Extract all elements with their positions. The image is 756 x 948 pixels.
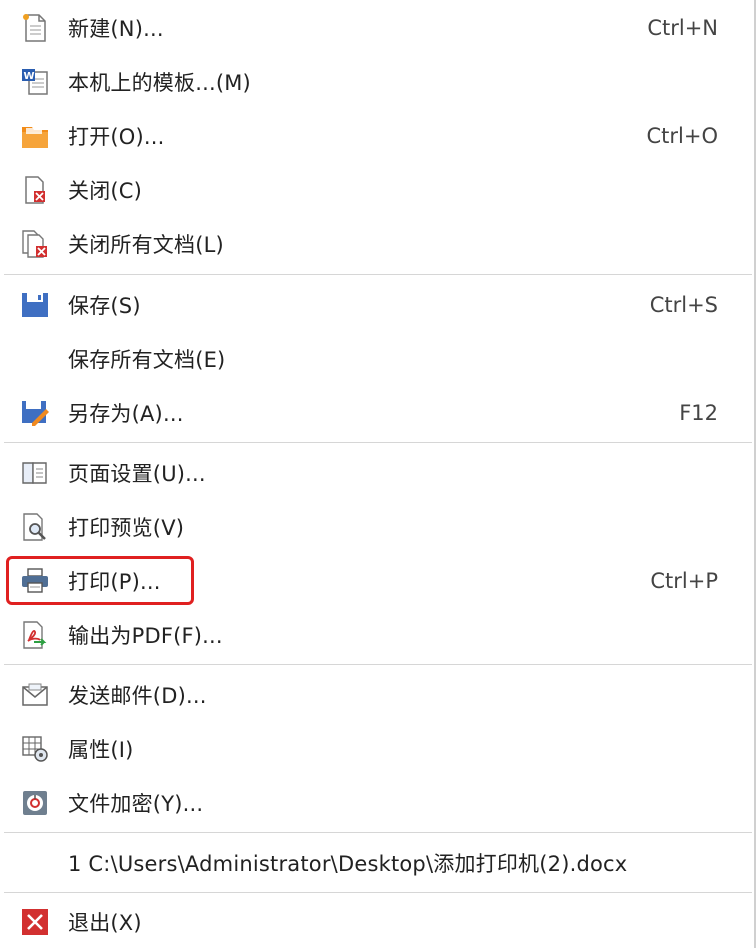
menu-item-properties[interactable]: 属性(I) <box>0 723 752 775</box>
page-setup-icon <box>19 457 51 489</box>
menu-item-exit[interactable]: 退出(X) <box>0 896 752 948</box>
menu-separator <box>4 442 752 443</box>
menu-separator <box>4 274 752 275</box>
menu-item-export-pdf[interactable]: 输出为PDF(F)... <box>0 609 752 661</box>
recent-file-label: 1 C:\Users\Administrator\Desktop\添加打印机(2… <box>68 852 628 876</box>
menu-item-print-shortcut: Ctrl+P <box>650 569 718 593</box>
menu-item-new-shortcut: Ctrl+N <box>647 16 718 40</box>
close-document-icon <box>19 174 51 206</box>
menu-item-open-shortcut: Ctrl+O <box>646 124 719 148</box>
menu-item-send-email[interactable]: 发送邮件(D)... <box>0 669 752 721</box>
menu-item-send-email-label: 发送邮件(D)... <box>68 684 207 708</box>
menu-item-save[interactable]: 保存(S) Ctrl+S <box>0 279 752 331</box>
menu-item-encrypt-label: 文件加密(Y)... <box>68 792 204 816</box>
menu-item-page-setup-label: 页面设置(U)... <box>68 462 206 486</box>
menu-item-encrypt[interactable]: 文件加密(Y)... <box>0 777 752 829</box>
open-folder-icon <box>19 120 51 152</box>
svg-text:W: W <box>24 71 35 82</box>
menu-item-close-all-label: 关闭所有文档(L) <box>68 233 224 257</box>
menu-item-close[interactable]: 关闭(C) <box>0 164 752 216</box>
menu-item-print-preview-label: 打印预览(V) <box>68 516 185 540</box>
menu-item-save-all[interactable]: 保存所有文档(E) <box>0 333 752 385</box>
menu-item-save-all-label: 保存所有文档(E) <box>68 348 226 372</box>
save-as-icon <box>19 397 51 429</box>
close-all-documents-icon <box>19 228 51 260</box>
menu-separator <box>4 892 752 893</box>
menu-item-exit-label: 退出(X) <box>68 911 142 935</box>
menu-item-new-label: 新建(N)... <box>68 17 164 41</box>
menu-item-save-shortcut: Ctrl+S <box>649 293 718 317</box>
menu-separator <box>4 832 752 833</box>
export-pdf-icon <box>19 619 51 651</box>
print-preview-icon <box>19 511 51 543</box>
exit-icon <box>19 906 51 938</box>
properties-icon <box>19 733 51 765</box>
email-icon <box>19 679 51 711</box>
new-document-icon <box>19 12 51 44</box>
menu-item-properties-label: 属性(I) <box>68 738 134 762</box>
menu-item-save-label: 保存(S) <box>68 294 141 318</box>
menu-item-save-as-shortcut: F12 <box>679 401 718 425</box>
menu-item-new[interactable]: 新建(N)... Ctrl+N <box>0 2 752 54</box>
encrypt-file-icon <box>19 787 51 819</box>
menu-item-templates[interactable]: W 本机上的模板...(M) <box>0 56 752 108</box>
menu-item-close-label: 关闭(C) <box>68 179 143 203</box>
menu-item-save-as-label: 另存为(A)... <box>68 402 184 426</box>
menu-item-export-pdf-label: 输出为PDF(F)... <box>68 624 223 648</box>
print-highlight-box <box>6 556 194 605</box>
menu-item-save-as[interactable]: 另存为(A)... F12 <box>0 387 752 439</box>
menu-item-print-preview[interactable]: 打印预览(V) <box>0 501 752 553</box>
menu-item-templates-label: 本机上的模板...(M) <box>68 71 251 95</box>
save-icon <box>19 289 51 321</box>
template-icon: W <box>19 66 51 98</box>
menu-item-open[interactable]: 打开(O)... Ctrl+O <box>0 110 752 162</box>
menu-item-page-setup[interactable]: 页面设置(U)... <box>0 447 752 499</box>
menu-item-close-all[interactable]: 关闭所有文档(L) <box>0 218 752 270</box>
menu-item-open-label: 打开(O)... <box>68 125 165 149</box>
menu-separator <box>4 664 752 665</box>
file-menu: 新建(N)... Ctrl+N W 本机上的模板...(M) 打开(O)... … <box>0 0 756 948</box>
recent-file-item[interactable]: 1 C:\Users\Administrator\Desktop\添加打印机(2… <box>0 837 752 889</box>
